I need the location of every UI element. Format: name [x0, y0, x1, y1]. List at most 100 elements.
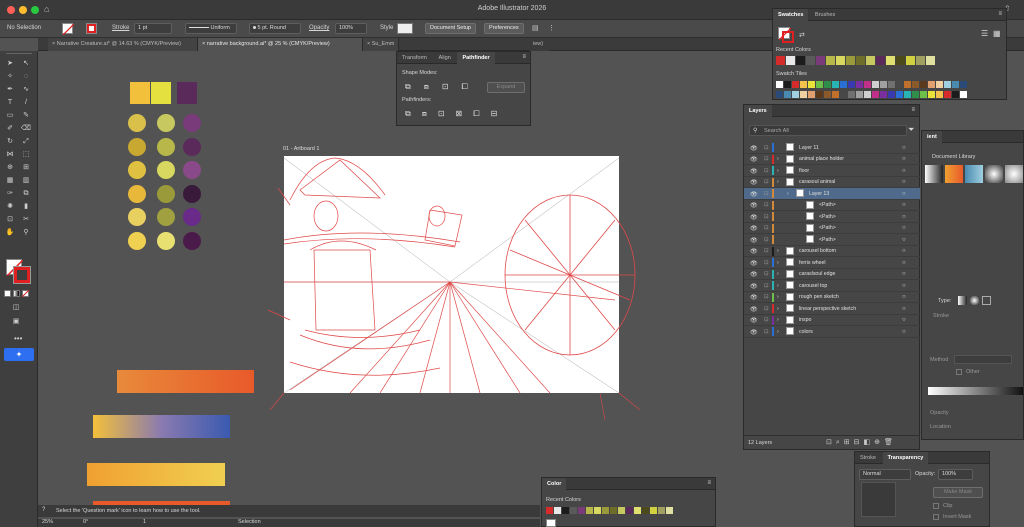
lock-icon[interactable]: ⊡ [764, 179, 769, 185]
swatch[interactable] [832, 91, 839, 98]
layer-row[interactable]: 👁 ⊡ › ferris wheel ○ [744, 257, 920, 269]
panel-menu-icon[interactable]: ≡ [998, 11, 1002, 17]
gradient-preset-radial-2[interactable] [1005, 165, 1023, 183]
layer-name[interactable]: <Path> [819, 237, 836, 243]
swatch[interactable] [920, 81, 927, 88]
visibility-eye-icon[interactable]: 👁 [750, 329, 758, 336]
swatch[interactable] [776, 91, 783, 98]
layer-name[interactable]: inspo [799, 317, 811, 323]
lock-icon[interactable]: ⊡ [764, 191, 769, 197]
lock-icon[interactable]: ⊡ [764, 225, 769, 231]
target-circle-icon[interactable]: ○ [902, 294, 906, 300]
gradient-slider[interactable] [928, 387, 1023, 395]
swatch[interactable] [578, 507, 585, 514]
target-circle-icon[interactable]: ○ [902, 145, 906, 151]
lock-icon[interactable]: ⊡ [764, 306, 769, 312]
swatch[interactable] [928, 91, 935, 98]
swatch[interactable] [944, 81, 951, 88]
layers-search-field[interactable]: ⚲ Search All [749, 125, 907, 136]
layer-row[interactable]: 👁 ⊡ › carousel bottom ○ [744, 246, 920, 257]
target-circle-icon[interactable]: ○ [902, 306, 906, 312]
visibility-eye-icon[interactable]: 👁 [750, 294, 758, 301]
unite-icon[interactable]: ⧉ [405, 82, 411, 92]
divide-icon[interactable]: ⧉ [405, 109, 411, 119]
layer-name[interactable]: <Path> [819, 202, 836, 208]
tab-stroke[interactable]: Stroke [855, 452, 881, 464]
target-circle-icon[interactable]: ○ [902, 202, 906, 208]
swatch[interactable] [952, 81, 959, 88]
lock-icon[interactable]: ⊡ [764, 156, 769, 162]
swatch[interactable] [626, 507, 633, 514]
visibility-eye-icon[interactable]: 👁 [750, 317, 758, 324]
layer-name[interactable]: floor [799, 168, 809, 174]
swatch[interactable] [936, 91, 943, 98]
swatch[interactable] [888, 91, 895, 98]
swatch[interactable] [926, 56, 935, 65]
swatch[interactable] [796, 56, 805, 65]
swatch[interactable] [912, 91, 919, 98]
target-circle-icon[interactable]: ○ [902, 317, 906, 323]
swatch[interactable] [880, 91, 887, 98]
swatch[interactable] [784, 91, 791, 98]
crop-icon[interactable]: ⊠ [456, 109, 463, 119]
chevron-right-icon[interactable]: › [777, 317, 779, 323]
radial-gradient-icon[interactable] [970, 296, 979, 305]
swatch[interactable] [800, 91, 807, 98]
tab-layers[interactable]: Layers [744, 105, 772, 117]
layer-row[interactable]: 👁 ⊡ <Path> ○ [744, 200, 920, 211]
layer-row[interactable]: 👁 ⊡ › animal place holder ○ [744, 154, 920, 165]
minus-front-icon[interactable]: ⧈ [424, 82, 429, 92]
target-circle-icon[interactable]: ○ [902, 191, 906, 197]
layer-row[interactable]: 👁 ⊡ › floor ○ [744, 165, 920, 177]
layer-name[interactable]: <Path> [819, 225, 836, 231]
list-view-icon[interactable]: ☰ [981, 29, 988, 38]
swatch[interactable] [904, 91, 911, 98]
method-select[interactable] [954, 355, 1012, 364]
swatch[interactable] [888, 81, 895, 88]
swatch[interactable] [872, 81, 879, 88]
target-circle-icon[interactable]: ○ [902, 271, 906, 277]
gradient-preset-radial[interactable] [985, 165, 1003, 183]
target-circle-icon[interactable]: ○ [902, 283, 906, 289]
lock-icon[interactable]: ⊡ [764, 168, 769, 174]
swatch[interactable] [546, 507, 553, 514]
swatch[interactable] [784, 81, 791, 88]
merge-icon[interactable]: ⊡ [438, 109, 445, 119]
visibility-eye-icon[interactable]: 👁 [750, 156, 758, 163]
visibility-eye-icon[interactable]: 👁 [750, 145, 758, 152]
visibility-eye-icon[interactable]: 👁 [750, 168, 758, 175]
swatch[interactable] [562, 507, 569, 514]
chevron-right-icon[interactable]: › [777, 271, 779, 277]
lock-icon[interactable]: ⊡ [764, 294, 769, 300]
minus-back-icon[interactable]: ⊟ [491, 109, 498, 119]
color-fill-swatch[interactable] [546, 519, 556, 527]
swatch[interactable] [586, 507, 593, 514]
visibility-eye-icon[interactable]: 👁 [750, 271, 758, 278]
layer-row[interactable]: 👁 ⊡ › Layer 13 ○ [744, 188, 920, 200]
lock-icon[interactable]: ⊡ [764, 283, 769, 289]
freeform-gradient-icon[interactable] [982, 296, 991, 305]
visibility-eye-icon[interactable]: 👁 [750, 237, 758, 244]
layer-name[interactable]: Layer 11 [799, 145, 819, 151]
rotation-value[interactable]: 0° [83, 519, 88, 525]
swatch[interactable] [806, 56, 815, 65]
layer-name[interactable]: caraslsoul edge [799, 271, 835, 277]
exclude-icon[interactable]: ⧠ [462, 82, 468, 92]
visibility-eye-icon[interactable]: 👁 [750, 248, 758, 255]
expand-button[interactable]: Expand [487, 82, 525, 93]
layer-row[interactable]: 👁 ⊡ <Path> ○ [744, 234, 920, 246]
swatch[interactable] [776, 81, 783, 88]
lock-icon[interactable]: ⊡ [764, 271, 769, 277]
layer-row[interactable]: 👁 ⊡ › inspo ○ [744, 315, 920, 326]
help-icon[interactable]: ? [42, 507, 45, 513]
tab-swatches[interactable]: Swatches [773, 9, 809, 21]
layer-row[interactable]: 👁 ⊡ › carasoul animal ○ [744, 177, 920, 188]
chevron-right-icon[interactable]: › [777, 329, 779, 335]
chevron-right-icon[interactable]: › [777, 260, 779, 266]
swatch[interactable] [642, 507, 649, 514]
tab-transparency[interactable]: Transparency [882, 452, 929, 464]
target-circle-icon[interactable]: ○ [902, 260, 906, 266]
chevron-right-icon[interactable]: › [787, 191, 789, 197]
layer-name[interactable]: <Path> [819, 214, 836, 220]
target-circle-icon[interactable]: ○ [902, 214, 906, 220]
